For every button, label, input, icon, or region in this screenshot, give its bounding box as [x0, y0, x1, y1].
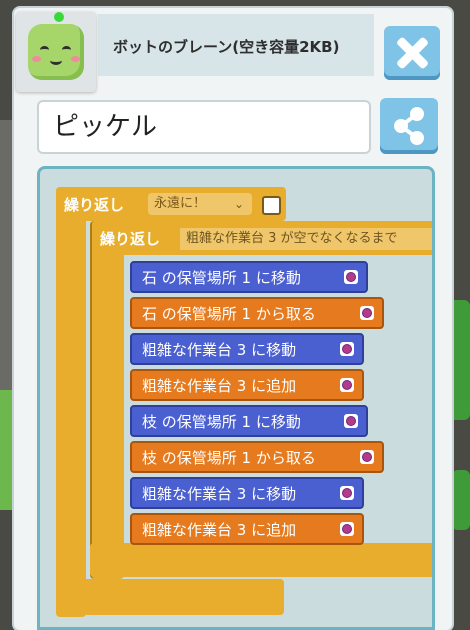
command-text: 粗雑な作業台 3 に移動: [142, 341, 297, 359]
share-button[interactable]: [380, 98, 438, 154]
panel-title: ボットのブレーン(空き容量2KB): [113, 38, 340, 56]
bot-face-icon: [28, 24, 84, 80]
target-icon[interactable]: [340, 342, 354, 356]
target-icon[interactable]: [340, 486, 354, 500]
code-workspace[interactable]: 繰り返し 永遠に！ ⌄ 繰り返し 粗雑な作業台 3 が空でなくなるまで 石 の保…: [37, 166, 435, 630]
chevron-down-icon: ⌄: [233, 197, 244, 211]
inner-loop-label: 繰り返し: [100, 230, 161, 248]
bot-name-input[interactable]: ピッケル: [37, 100, 371, 154]
target-icon[interactable]: [360, 450, 374, 464]
loop-checkbox[interactable]: [262, 196, 281, 215]
command-block[interactable]: 石 の保管場所 1 に移動: [130, 261, 368, 293]
command-text: 枝 の保管場所 1 から取る: [142, 449, 316, 467]
target-icon[interactable]: [344, 414, 358, 428]
command-block[interactable]: 粗雑な作業台 3 に移動: [130, 477, 364, 509]
loop-condition[interactable]: 粗雑な作業台 3 が空でなくなるまで: [180, 228, 432, 250]
command-text: 粗雑な作業台 3 に追加: [142, 377, 297, 395]
command-text: 粗雑な作業台 3 に移動: [142, 485, 297, 503]
bot-avatar: [16, 12, 96, 92]
share-icon: [394, 107, 424, 145]
target-icon[interactable]: [340, 522, 354, 536]
target-icon[interactable]: [360, 306, 374, 320]
command-text: 石 の保管場所 1 から取る: [142, 305, 316, 323]
close-button[interactable]: [384, 26, 440, 80]
target-icon[interactable]: [344, 270, 358, 284]
antenna-light: [54, 12, 64, 22]
loop-mode-value: 永遠に！: [154, 196, 207, 211]
inner-loop-foot[interactable]: [90, 543, 432, 577]
command-block[interactable]: 粗雑な作業台 3 に追加: [130, 369, 364, 401]
inner-loop-arm[interactable]: [90, 221, 124, 579]
outer-loop-label: 繰り返し: [64, 196, 125, 214]
command-text: 石 の保管場所 1 に移動: [142, 269, 301, 287]
command-text: 枝 の保管場所 1 に移動: [142, 413, 301, 431]
tree-leaves: [452, 470, 470, 530]
outer-loop-foot[interactable]: [56, 579, 284, 615]
command-block[interactable]: 枝 の保管場所 1 から取る: [130, 441, 384, 473]
command-block[interactable]: 石 の保管場所 1 から取る: [130, 297, 384, 329]
command-block[interactable]: 枝 の保管場所 1 に移動: [130, 405, 368, 437]
command-text: 粗雑な作業台 3 に追加: [142, 521, 297, 539]
loop-mode-dropdown[interactable]: 永遠に！ ⌄: [148, 193, 252, 215]
command-block[interactable]: 粗雑な作業台 3 に追加: [130, 513, 364, 545]
outer-loop-arm[interactable]: [56, 187, 86, 617]
command-block[interactable]: 粗雑な作業台 3 に移動: [130, 333, 364, 365]
target-icon[interactable]: [340, 378, 354, 392]
